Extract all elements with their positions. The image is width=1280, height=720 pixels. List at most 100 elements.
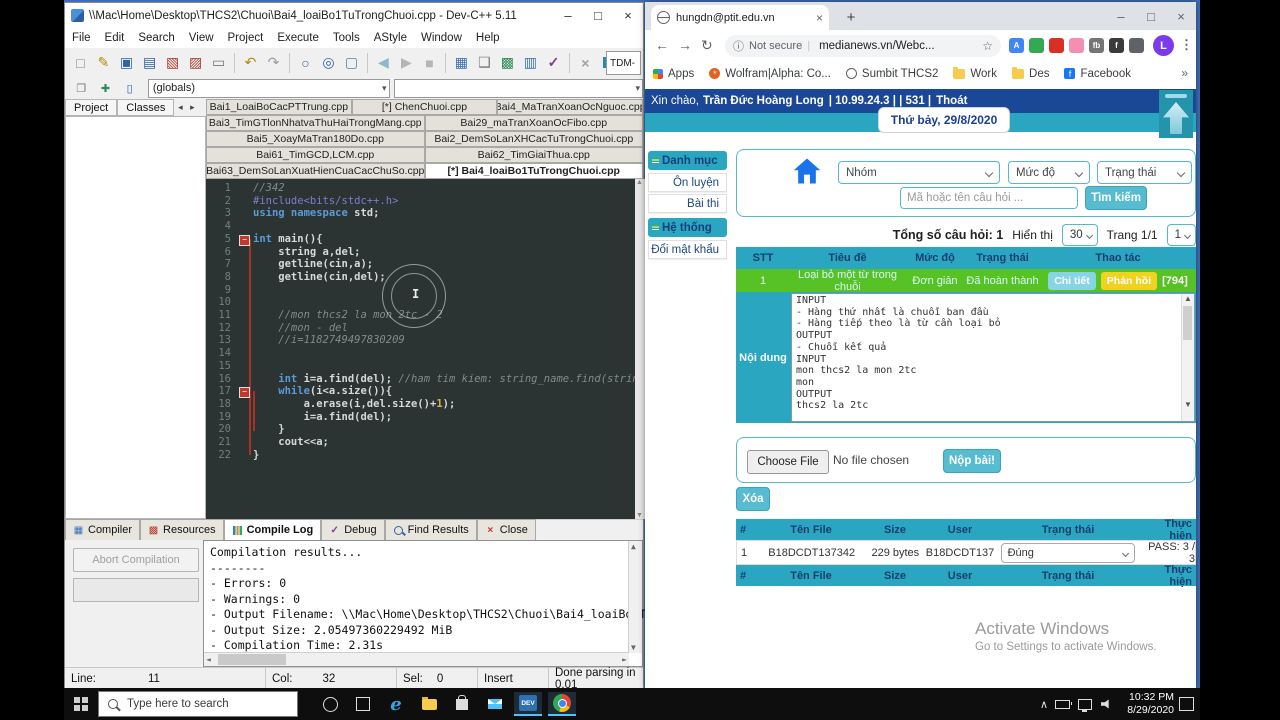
file-tab[interactable]: [*] Bai4_loaiBo1TuTrongChuoi.cpp <box>425 163 644 179</box>
file-tab[interactable]: [*] ChenChuoi.cpp <box>352 99 498 115</box>
file-tab[interactable]: Bai29_maTranXoanOcFibo.cpp <box>425 115 644 131</box>
menu-item-project[interactable]: Project <box>221 32 271 44</box>
taskbar-clock[interactable]: 10:32 PM 8/29/2020 <box>1127 691 1174 717</box>
adblock-red-extension-icon[interactable] <box>1049 38 1064 53</box>
volume-icon[interactable] <box>1101 688 1112 720</box>
facebook-extension-icon[interactable]: f <box>1109 38 1124 53</box>
detail-button[interactable]: Chi tiết <box>1048 272 1096 290</box>
bookmark-globe[interactable]: Sumbit THCS2 <box>846 68 938 80</box>
globals-combobox[interactable]: (globals)▾ <box>148 79 390 98</box>
tab-close-icon[interactable]: × <box>816 11 823 25</box>
profile-avatar[interactable]: L <box>1153 35 1174 56</box>
file-tab[interactable]: Bai61_TimGCD,LCM.cpp <box>206 147 425 163</box>
tab-compiler[interactable]: ▦Compiler <box>65 519 140 541</box>
tab-close-panel[interactable]: ×Close <box>477 519 536 541</box>
find-icon[interactable]: ○ <box>295 51 316 74</box>
task-view-icon[interactable] <box>349 692 377 716</box>
menu-item-execute[interactable]: Execute <box>270 32 326 44</box>
action-center-icon[interactable] <box>1179 688 1194 720</box>
compile-icon[interactable]: ▦ <box>451 51 472 74</box>
browser-minimize-button[interactable]: – <box>1106 2 1136 30</box>
page-select[interactable]: 1 <box>1167 224 1196 246</box>
members-combobox[interactable]: ▾ <box>394 79 643 98</box>
edge-icon[interactable]: e <box>382 692 410 716</box>
mail-icon[interactable] <box>481 692 509 716</box>
cortana-icon[interactable] <box>316 692 344 716</box>
choose-file-button[interactable]: Choose File <box>747 450 829 474</box>
new-tab-button[interactable]: + <box>841 7 861 27</box>
tab-project[interactable]: Project <box>65 99 117 116</box>
back-icon[interactable]: ← <box>655 37 669 53</box>
sidebar-item-bài-thi[interactable]: Bài thi <box>648 194 727 213</box>
question-row[interactable]: 1 Loại bỏ một từ trong chuỗi Đơn giản Đã… <box>736 269 1196 292</box>
debug-icon[interactable]: ✓ <box>543 51 564 74</box>
browser-maximize-button[interactable]: □ <box>1136 2 1166 30</box>
tab-find-results[interactable]: Find Results <box>385 519 477 541</box>
file-tab[interactable]: Bai2_DemSoLanXHCacTuTrongChuoi.cpp <box>425 131 644 147</box>
tray-chevron-icon[interactable]: ∧ <box>1040 688 1048 720</box>
menu-item-tools[interactable]: Tools <box>326 32 367 44</box>
abort-icon[interactable]: × <box>575 51 596 74</box>
battery-icon[interactable] <box>1055 688 1070 720</box>
menu-item-view[interactable]: View <box>182 32 221 44</box>
sidebar-item-ôn-luyện[interactable]: Ôn luyện <box>648 173 727 192</box>
compile-run-icon[interactable]: ▩ <box>497 51 518 74</box>
rebuild-icon[interactable]: ▥ <box>520 51 541 74</box>
status-select[interactable]: Trạng thái <box>1097 161 1192 184</box>
fb-grey-extension-icon[interactable]: fb <box>1089 38 1104 53</box>
save-icon[interactable]: ▣ <box>116 51 137 74</box>
forward-icon[interactable]: → <box>678 37 692 53</box>
tabs-scroll-right-icon[interactable]: ▸ <box>186 102 198 113</box>
url-text[interactable]: medianews.vn/Webc... <box>819 40 982 52</box>
bookmark-facebook[interactable]: fFacebook <box>1064 68 1131 80</box>
scroll-top-arrow-icon[interactable] <box>1159 90 1193 138</box>
menu-item-astyle[interactable]: AStyle <box>367 32 414 44</box>
browser-tab[interactable]: hungdn@ptit.edu.vn × <box>651 5 829 30</box>
devcpp-taskbar-icon[interactable]: DEV <box>514 692 542 716</box>
close-all-icon[interactable]: ▨ <box>185 51 206 74</box>
back-icon[interactable]: ◀ <box>373 51 394 74</box>
compiler-select[interactable]: TDM- <box>606 51 641 75</box>
bookmark-grid[interactable]: Apps <box>653 68 694 80</box>
question-search-input[interactable] <box>900 187 1078 209</box>
info-icon[interactable]: ⓘ <box>733 38 744 54</box>
log-vertical-scrollbar[interactable] <box>628 541 642 653</box>
editor-vertical-scrollbar[interactable] <box>635 179 645 519</box>
pin-extension-icon[interactable] <box>1129 38 1144 53</box>
file-tab[interactable]: Bai5_XoayMaTran180Do.cpp <box>206 131 425 147</box>
taskbar-search[interactable]: Type here to search <box>98 691 298 717</box>
translate-extension-icon[interactable]: A <box>1009 38 1024 53</box>
devcpp-titlebar[interactable]: \\Mac\Home\Desktop\THCS2\Chuoi\Bai4_loai… <box>65 3 643 28</box>
bookmark-folder[interactable]: Work <box>953 68 997 80</box>
forward-icon[interactable]: ▶ <box>396 51 417 74</box>
search-button[interactable]: Tìm kiếm <box>1085 186 1147 210</box>
stop-icon[interactable]: ■ <box>419 51 440 74</box>
compile-log-output[interactable]: Compilation results...--------- Errors: … <box>203 540 643 667</box>
bookmark-star-icon[interactable]: ☆ <box>982 39 993 53</box>
tab-compile-log[interactable]: Compile Log <box>224 519 322 541</box>
add-file-icon[interactable]: ✚ <box>94 77 116 100</box>
goto-line-icon[interactable]: ▢ <box>341 51 362 74</box>
content-textarea[interactable]: INPUT - Hàng thứ nhất là chuỗi ban đầu -… <box>791 293 1195 422</box>
browser-close-button[interactable]: × <box>1166 2 1196 30</box>
fold-marker-line17[interactable]: − <box>239 387 250 398</box>
menu-item-window[interactable]: Window <box>414 32 469 44</box>
start-button[interactable] <box>74 697 88 711</box>
delete-button[interactable]: Xóa <box>736 487 770 511</box>
file-status-select[interactable]: Đúng <box>1001 543 1135 563</box>
tab-classes[interactable]: Classes <box>117 99 174 116</box>
group-select[interactable]: Nhóm <box>838 161 1000 184</box>
network-icon[interactable] <box>1078 688 1092 720</box>
tab-debug[interactable]: ✓Debug <box>321 519 384 541</box>
address-bar[interactable]: ⓘ Not secure | medianews.vn/Webc... ☆ <box>725 35 1001 57</box>
per-page-select[interactable]: 30 <box>1062 224 1098 246</box>
run-icon[interactable]: ❑ <box>474 51 495 74</box>
file-tab[interactable]: Bai3_TimGTlonNhatvaThuHaiTrongMang.cpp <box>206 115 425 131</box>
close-file-icon[interactable]: ▧ <box>162 51 183 74</box>
minimize-button[interactable]: – <box>553 3 583 28</box>
tab-resources[interactable]: ▩Resources <box>140 519 224 541</box>
bookmark-folder[interactable]: Des <box>1012 68 1049 80</box>
remove-file-icon[interactable]: ▯ <box>119 77 141 100</box>
menu-item-search[interactable]: Search <box>131 32 181 44</box>
close-button[interactable]: × <box>613 3 643 28</box>
